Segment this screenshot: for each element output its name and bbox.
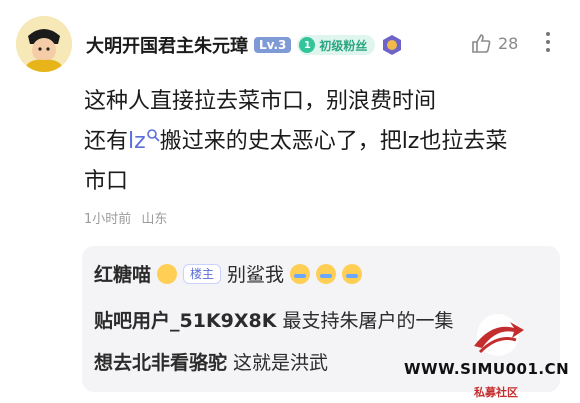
like-button[interactable]: 28 xyxy=(470,32,518,54)
watermark: WWW.SIMU001.CN 私募社区 xyxy=(404,312,580,403)
avatar[interactable] xyxy=(16,16,72,72)
reply-author[interactable]: 红糖喵 xyxy=(94,260,151,287)
post-header: 大明开国君主朱元璋 Lv.3 1 初级粉丝 xyxy=(86,28,403,62)
reply-item[interactable]: 贴吧用户_51K9X8K 最支持朱屠户的一集 xyxy=(94,306,454,333)
post-location: 山东 xyxy=(141,212,168,227)
watermark-subtext: 私募社区 xyxy=(474,386,518,399)
post-meta: 1小时前 山东 xyxy=(84,208,167,227)
reply-text: 这就是洪武 xyxy=(233,352,329,374)
content-text: 搬过来的史太恶心了，把lz也拉去菜 xyxy=(159,129,508,154)
watermark-logo-icon xyxy=(474,314,524,356)
content-line: 还有lz 搬过来的史太恶心了，把lz也拉去菜 xyxy=(84,122,564,162)
crying-emoji-icon xyxy=(290,263,311,284)
more-icon[interactable] xyxy=(544,30,552,54)
post-content: 这种人直接拉去菜市口，别浪费时间 还有lz 搬过来的史太恶心了，把lz也拉去菜 市… xyxy=(84,82,564,202)
content-text: 还有 xyxy=(84,129,129,154)
crying-emoji-icon xyxy=(316,263,337,284)
lz-search-link[interactable]: lz xyxy=(128,129,146,154)
crying-emoji-icon xyxy=(342,263,363,284)
search-lz-icon[interactable] xyxy=(146,128,160,142)
reply-item[interactable]: 想去北非看骆驼 这就是洪武 xyxy=(94,348,328,375)
reply-item[interactable]: 红糖喵 楼主 别鲨我 xyxy=(94,260,363,287)
watermark-text: WWW.SIMU001.CN xyxy=(404,360,570,378)
fan-badge-label: 初级粉丝 xyxy=(319,38,368,53)
content-line: 市口 xyxy=(84,169,129,194)
post-time: 1小时前 xyxy=(84,212,132,227)
op-badge: 楼主 xyxy=(183,263,222,284)
username[interactable]: 大明开国君主朱元璋 xyxy=(86,32,248,58)
like-count: 28 xyxy=(498,33,519,53)
fan-badge: 1 初级粉丝 xyxy=(297,35,376,55)
thumb-up-icon xyxy=(472,34,491,53)
reply-text: 别鲨我 xyxy=(227,264,285,286)
level-badge: Lv.3 xyxy=(254,37,292,53)
fan-diamond-icon: 1 xyxy=(299,37,316,53)
content-line: 这种人直接拉去菜市口，别浪费时间 xyxy=(84,89,437,114)
reply-author[interactable]: 贴吧用户_51K9X8K xyxy=(94,306,276,333)
reply-author[interactable]: 想去北非看骆驼 xyxy=(94,348,227,375)
medal-icon xyxy=(383,35,402,55)
blush-emoji-icon xyxy=(157,263,178,284)
